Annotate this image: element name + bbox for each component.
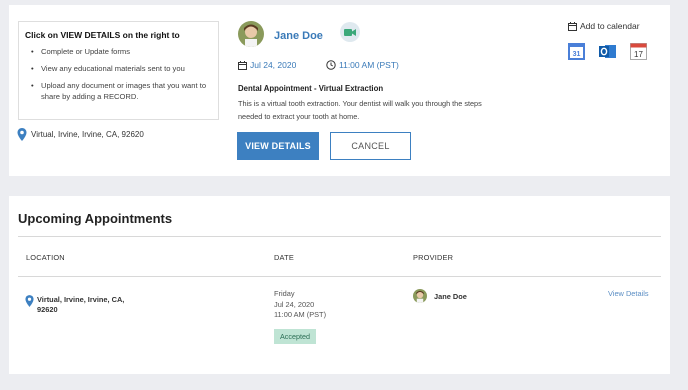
instructions-title-prefix: Click on [25,30,61,40]
video-visit-badge [340,22,360,42]
location-text: Virtual, Irvine, Irvine, CA, 92620 [31,130,144,139]
add-to-calendar-label: Add to calendar [580,21,640,31]
row-day: Friday [274,289,295,298]
instruction-item: Complete or Update forms [31,46,212,57]
cancel-button[interactable]: CANCEL [330,132,411,160]
column-header-date: DATE [274,253,294,262]
instructions-box: Click on VIEW DETAILS on the right to Co… [18,21,219,120]
row-date: Friday Jul 24, 2020 11:00 AM (PST) [274,289,326,321]
instruction-item: View any educational materials sent to y… [31,63,212,74]
row-location-text: Virtual, Irvine, Irvine, CA, 92620 [37,295,124,315]
calendar-options: 31 17 [568,43,647,60]
row-location: Virtual, Irvine, Irvine, CA, 92620 [25,295,124,315]
column-header-location: LOCATION [26,253,65,262]
appointment-time: 11:00 AM (PST) [326,60,399,70]
divider [18,276,661,277]
clock-icon [326,60,336,70]
upcoming-appointments-card: Upcoming Appointments LOCATION DATE PROV… [9,196,670,374]
instruction-item: Upload any document or images that you w… [31,80,212,102]
outlook-icon[interactable] [599,43,616,60]
view-details-link[interactable]: View Details [608,289,649,298]
provider-avatar [238,21,264,47]
apple-calendar-icon[interactable]: 17 [630,43,647,60]
appointment-description: This is a virtual tooth extraction. Your… [238,99,482,121]
appointment-date: Jul 24, 2020 [238,60,296,70]
appointment-title: Dental Appointment - Virtual Extraction [238,84,384,93]
calendar-icon [238,60,247,70]
location-pin-icon [25,295,34,307]
google-calendar-day: 31 [573,51,581,58]
instructions-title: Click on VIEW DETAILS on the right to [25,30,212,40]
location-pin-icon [17,128,27,141]
date-text: Jul 24, 2020 [250,60,297,70]
add-to-calendar[interactable]: Add to calendar [568,21,640,31]
row-location-line1: Virtual, Irvine, Irvine, CA, [37,295,125,304]
calendar-add-icon [568,21,577,31]
upcoming-title: Upcoming Appointments [18,211,173,226]
video-camera-icon [344,28,356,36]
provider-name[interactable]: Jane Doe [274,30,323,42]
row-location-line2: 92620 [37,305,58,314]
apple-calendar-day: 17 [634,50,643,59]
row-time: 11:00 AM (PST) [274,310,327,319]
divider [18,236,661,237]
row-provider: Jane Doe [434,292,467,301]
instructions-list: Complete or Update forms View any educat… [25,46,212,102]
time-text: 11:00 AM (PST) [339,60,399,70]
status-badge: Accepted [274,329,316,344]
provider-avatar [413,289,427,303]
view-details-button[interactable]: VIEW DETAILS [237,132,319,160]
appointment-card: Click on VIEW DETAILS on the right to Co… [9,5,670,176]
column-header-provider: PROVIDER [413,253,454,262]
row-date-text: Jul 24, 2020 [274,299,315,309]
google-calendar-icon[interactable]: 31 [568,43,585,60]
instructions-title-suffix: on the right to [120,30,180,40]
instructions-title-highlight: VIEW DETAILS [60,30,121,40]
appointment-location: Virtual, Irvine, Irvine, CA, 92620 [17,128,144,141]
